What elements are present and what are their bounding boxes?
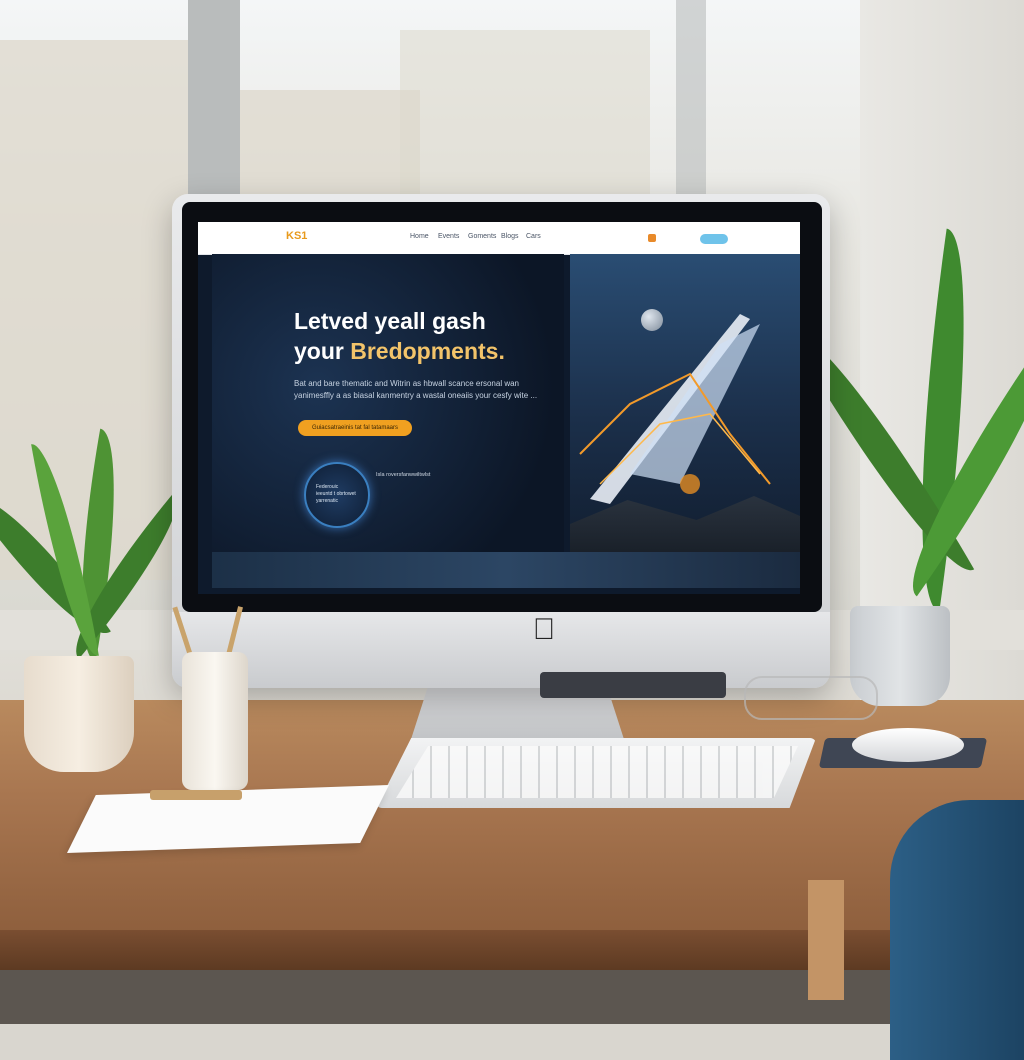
desk-edge [0, 930, 1024, 970]
hero-description: Bat and bare thematic and Witrin as hbwa… [294, 379, 538, 400]
site-navbar: KS1 Home Events Goments Blogs Cars [198, 222, 800, 255]
site-logo[interactable]: KS1 [286, 230, 307, 242]
apple-logo-icon:  [529, 612, 559, 648]
nav-link-blogs[interactable]: Blogs [501, 233, 519, 240]
window-mullion-right [676, 0, 706, 210]
feature-badge-text: Federouic ieeuntd t obrtowet yarrenatic [316, 484, 356, 504]
hero-cta-button[interactable]: Guiacsatraeinis tat fal tatamaars [298, 420, 412, 436]
eyeglasses [744, 676, 878, 720]
office-chair [890, 800, 1024, 1060]
feature-caption: Isla roversfanwwiltwlst [376, 472, 431, 478]
hero-title-line2-prefix: your [294, 338, 351, 364]
nav-link-cars[interactable]: Cars [526, 233, 541, 240]
mouse[interactable] [852, 728, 964, 762]
nav-link-events[interactable]: Events [438, 233, 459, 240]
nav-cta-button[interactable] [700, 234, 728, 244]
pencil-holder-jar [182, 652, 248, 790]
website-screen: KS1 Home Events Goments Blogs Cars Letve… [198, 222, 800, 594]
building-tower [400, 30, 650, 200]
pencil [150, 790, 242, 800]
ship-illustration [579, 314, 771, 504]
under-desk [0, 970, 1024, 1024]
keyboard-keys[interactable] [396, 746, 798, 798]
desk-tray [540, 672, 726, 698]
hero-left-panel [212, 254, 564, 584]
bottom-image-strip [212, 552, 800, 588]
monitor-chin [172, 612, 830, 688]
building-center [240, 90, 420, 200]
hero-title: Letved yeall gash your Bredopments. [294, 306, 584, 366]
nav-link-goments[interactable]: Goments [468, 233, 496, 240]
hero-title-line1: Letved yeall gash [294, 308, 486, 334]
window-mullion [188, 0, 240, 200]
cube-icon[interactable] [648, 234, 656, 242]
plant-pot-left [24, 656, 134, 772]
desk-leg [808, 880, 844, 1000]
nav-link-home[interactable]: Home [410, 233, 429, 240]
hero-title-accent: Bredopments. [350, 338, 505, 364]
